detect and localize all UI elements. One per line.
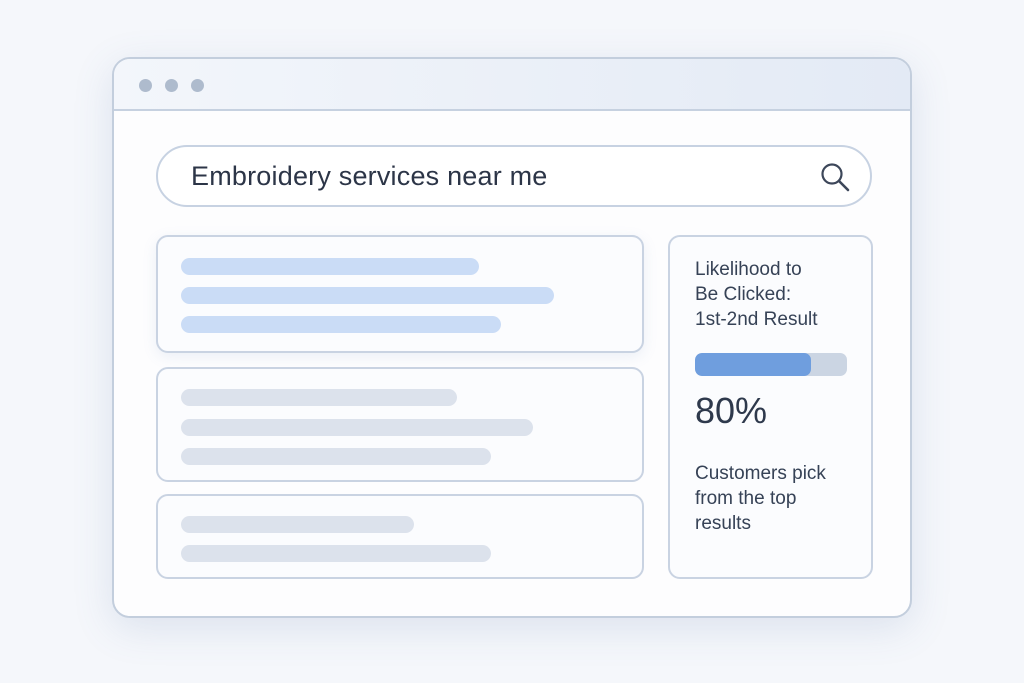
result-title-placeholder [181,516,414,533]
window-control-dot[interactable] [165,79,178,92]
search-bar[interactable]: Embroidery services near me [156,145,872,207]
likelihood-progress-bar [695,353,847,376]
search-icon[interactable] [818,160,852,194]
panel-title: Likelihood to Be Clicked: 1st-2nd Result [695,259,818,330]
search-input[interactable]: Embroidery services near me [191,161,548,191]
result-line-placeholder [181,419,533,436]
panel-note: Customers pick from the top results [695,463,826,534]
result-title-placeholder [181,389,457,406]
title-bar [114,59,910,111]
window-control-dot[interactable] [191,79,204,92]
search-result-card[interactable] [156,235,644,353]
click-likelihood-panel: Likelihood to Be Clicked: 1st-2nd Result… [668,235,873,579]
result-line-placeholder [181,545,491,562]
result-title-placeholder [181,258,479,275]
window-control-dot[interactable] [139,79,152,92]
browser-window: Embroidery services near me Likelihood t… [112,57,912,618]
result-line-placeholder [181,287,554,304]
likelihood-value: 80% [695,390,768,431]
search-result-card[interactable] [156,494,644,579]
likelihood-progress-fill [695,353,811,376]
result-line-placeholder [181,448,491,465]
search-result-card[interactable] [156,367,644,482]
result-line-placeholder [181,316,501,333]
